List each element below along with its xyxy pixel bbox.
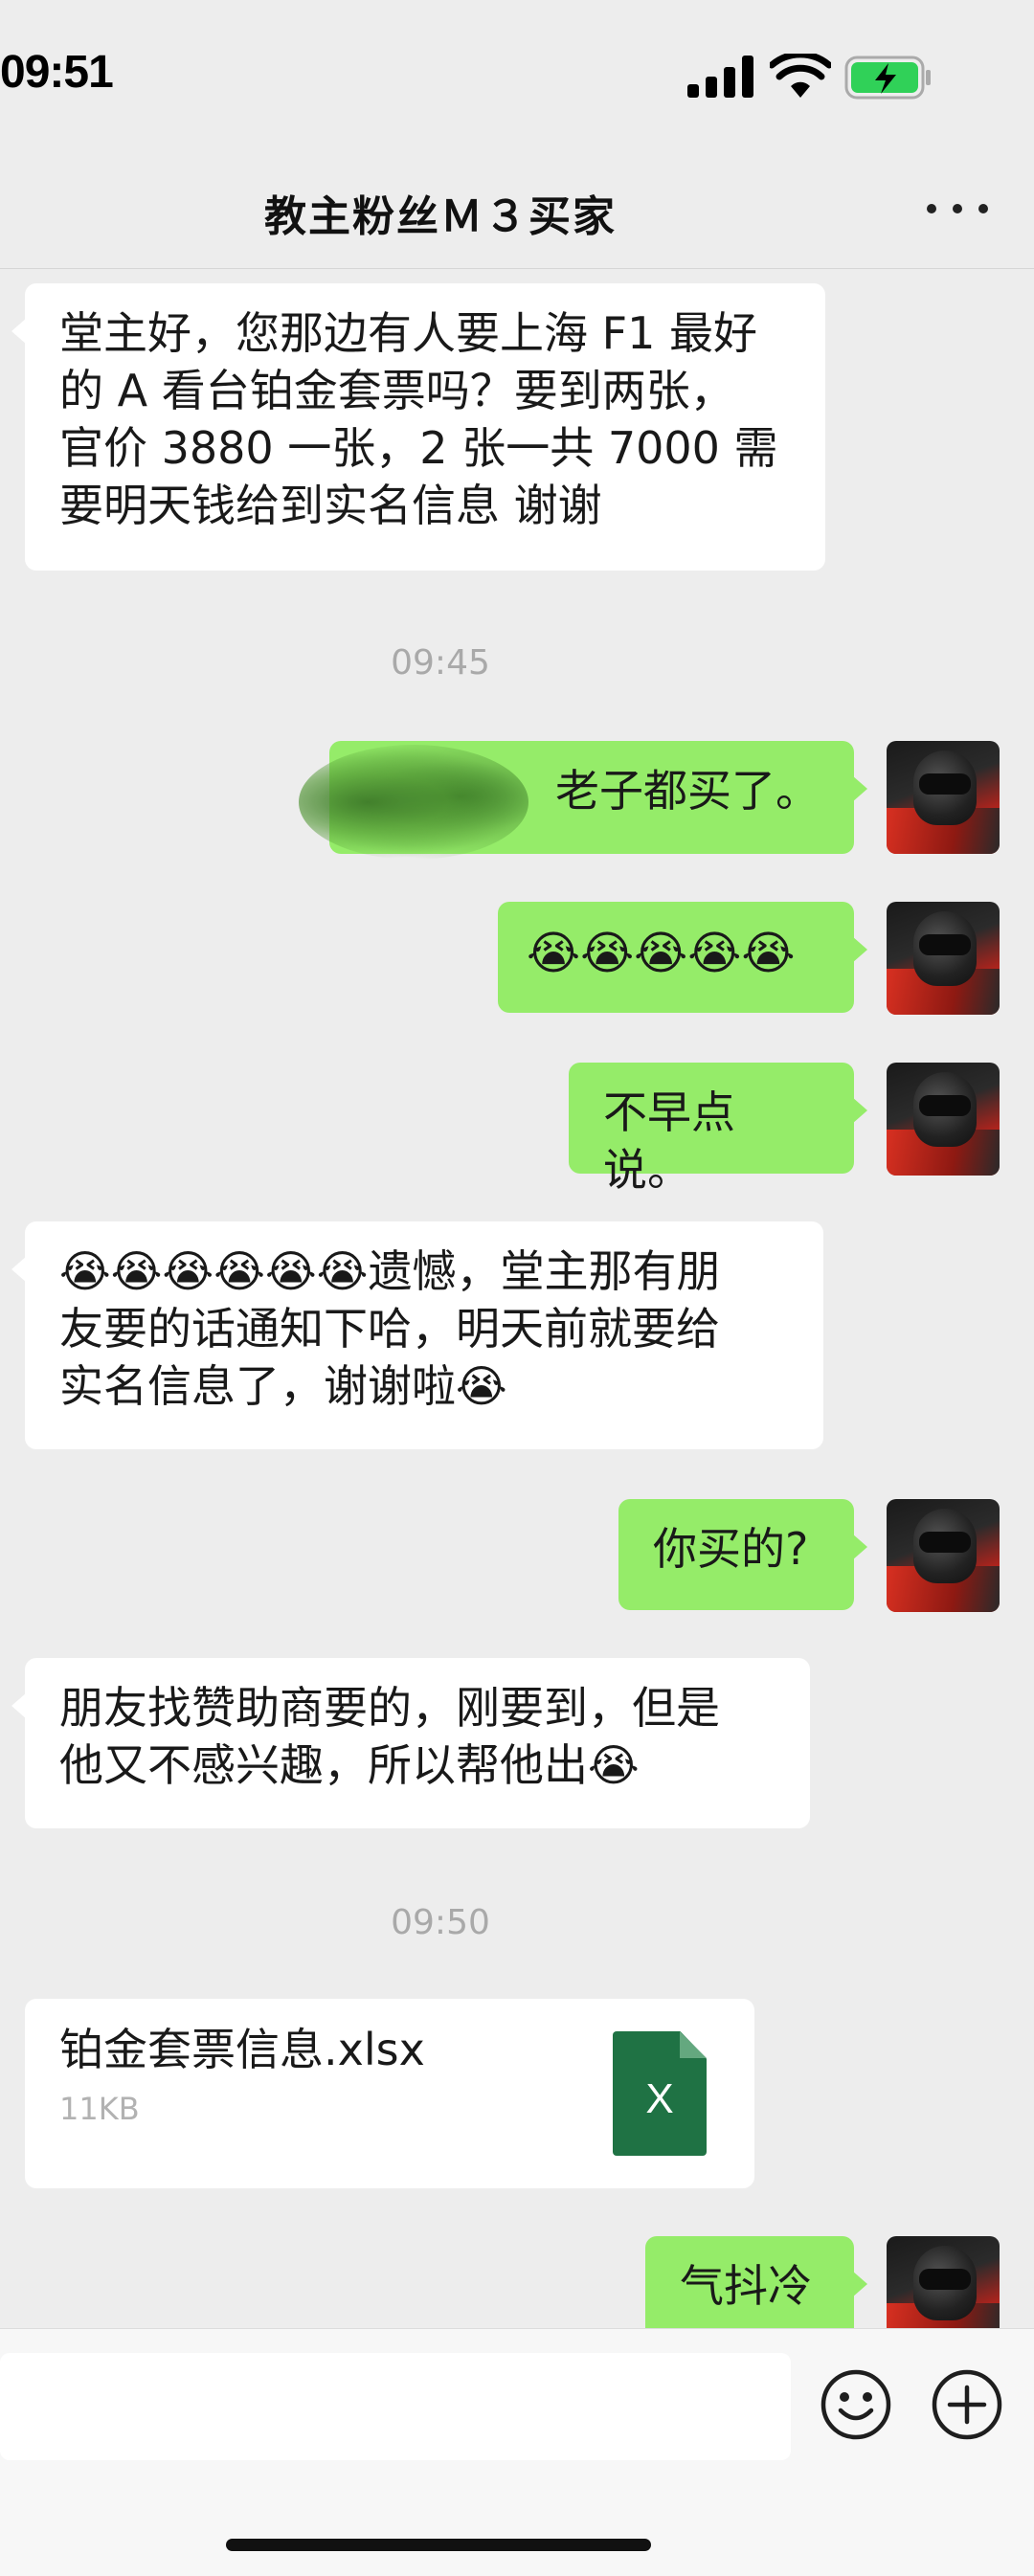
message-bubble-outgoing[interactable]: 😭😭😭😭😭: [498, 902, 867, 1013]
message-text: 气抖冷: [680, 2260, 812, 2312]
avatar[interactable]: [887, 1499, 1000, 1612]
message-input[interactable]: [0, 2353, 791, 2460]
wifi-icon: [770, 54, 831, 98]
message-line: 朋友找赞助商要的，刚要到，但是: [59, 1682, 720, 1734]
smiley-icon[interactable]: [820, 2368, 892, 2441]
message-line: 实名信息了，谢谢啦😭: [59, 1360, 507, 1412]
message-bubble-incoming[interactable]: 朋友找赞助商要的，刚要到，但是 他又不感兴趣，所以帮他出😭: [11, 1658, 810, 1828]
message-line: 的 A 看台铂金套票吗？要到两张，: [59, 365, 734, 416]
message-bubble-incoming[interactable]: 堂主好，您那边有人要上海 F1 最好 的 A 看台铂金套票吗？要到两张， 官价 …: [11, 283, 825, 571]
header-divider: [0, 268, 1034, 269]
message-text: 你买的?: [653, 1523, 809, 1575]
cellular-signal-icon: [687, 56, 753, 98]
message-text: 老子都买了。: [555, 765, 820, 817]
home-indicator: [226, 2539, 651, 2551]
redaction-scribble: [299, 745, 528, 860]
file-name: 铂金套票信息.xlsx: [59, 2024, 425, 2075]
message-line: 要明天钱给到实名信息 谢谢: [59, 480, 602, 531]
message-bubble-outgoing[interactable]: 不早点说。: [569, 1063, 867, 1196]
message-text: 不早点说。: [603, 1086, 735, 1196]
avatar[interactable]: [887, 1063, 1000, 1176]
avatar[interactable]: [887, 741, 1000, 854]
message-bubble-outgoing[interactable]: 你买的?: [618, 1499, 867, 1610]
timestamp: 09:50: [391, 1903, 490, 1942]
input-bar-divider: [0, 2328, 1034, 2329]
plus-icon[interactable]: [931, 2368, 1003, 2441]
more-dots-icon[interactable]: [927, 190, 988, 228]
battery-charging-icon: [844, 56, 931, 100]
status-time: 09:51: [0, 47, 114, 98]
avatar[interactable]: [887, 902, 1000, 1015]
message-line: 官价 3880 一张，2 张一共 7000 需: [59, 422, 778, 474]
message-line: 堂主好，您那边有人要上海 F1 最好: [59, 307, 757, 359]
file-size: 11KB: [59, 2091, 140, 2127]
message-line: 友要的话通知下哈，明天前就要给: [59, 1303, 720, 1355]
excel-icon-letter: X: [645, 2075, 674, 2122]
message-line: 他又不感兴趣，所以帮他出😭: [59, 1739, 640, 1791]
timestamp: 09:45: [391, 643, 490, 683]
message-line: 😭😭😭😭😭😭遗憾，堂主那有朋: [59, 1245, 721, 1297]
message-bubble-incoming[interactable]: 😭😭😭😭😭😭遗憾，堂主那有朋 友要的话通知下哈，明天前就要给 实名信息了，谢谢啦…: [11, 1221, 823, 1449]
chat-title: 教主粉丝Ｍ３买家: [264, 192, 617, 241]
emoji-row: 😭😭😭😭😭: [527, 927, 796, 980]
